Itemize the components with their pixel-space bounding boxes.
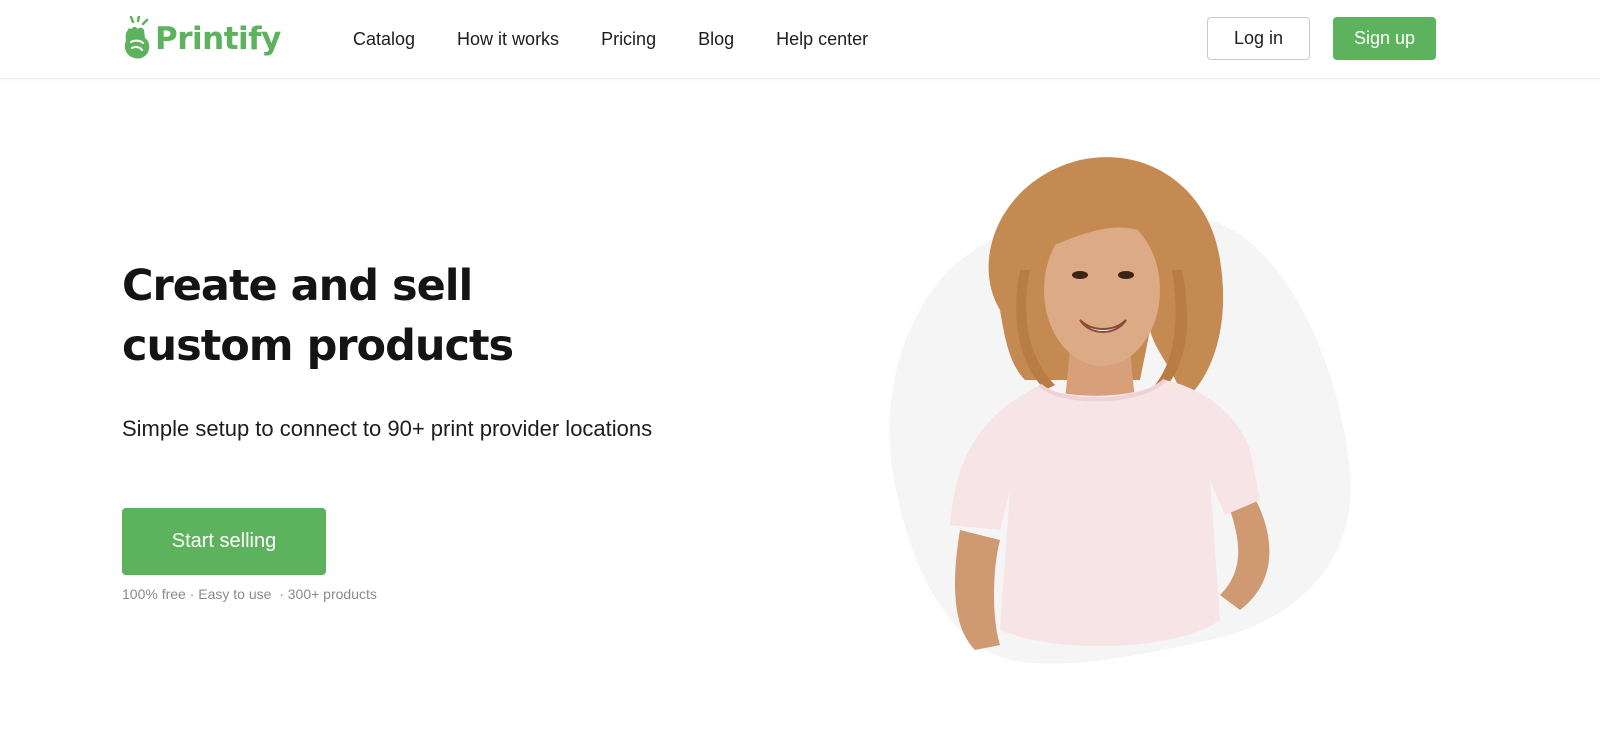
hero-image <box>889 157 1351 664</box>
nav-item-how-it-works[interactable]: How it works <box>457 29 559 50</box>
start-selling-button[interactable]: Start selling <box>122 508 326 575</box>
logo-wordmark: Printify <box>155 21 281 57</box>
hero-subtitle: Simple setup to connect to 90+ print pro… <box>122 416 653 441</box>
hero-title-line-1: Create and sell <box>122 261 473 311</box>
nav-item-pricing[interactable]: Pricing <box>601 29 656 50</box>
feature-list: 100% free · Easy to use · 300+ products <box>122 586 377 602</box>
main-nav: Catalog How it works Pricing Blog Help c… <box>353 0 910 79</box>
printify-hand-icon <box>124 16 150 59</box>
login-button[interactable]: Log in <box>1207 17 1310 60</box>
site-header: Printify Catalog How it works Pricing Bl… <box>0 0 1600 79</box>
printify-logo[interactable]: Printify <box>122 16 281 62</box>
hero-title: Create and sell custom products <box>122 256 682 376</box>
nav-item-help-center[interactable]: Help center <box>776 29 868 50</box>
nav-item-catalog[interactable]: Catalog <box>353 29 415 50</box>
left-arm <box>955 530 1000 650</box>
nav-item-blog[interactable]: Blog <box>698 29 734 50</box>
hero-title-line-2: custom products <box>122 321 514 371</box>
signup-button[interactable]: Sign up <box>1333 17 1436 60</box>
